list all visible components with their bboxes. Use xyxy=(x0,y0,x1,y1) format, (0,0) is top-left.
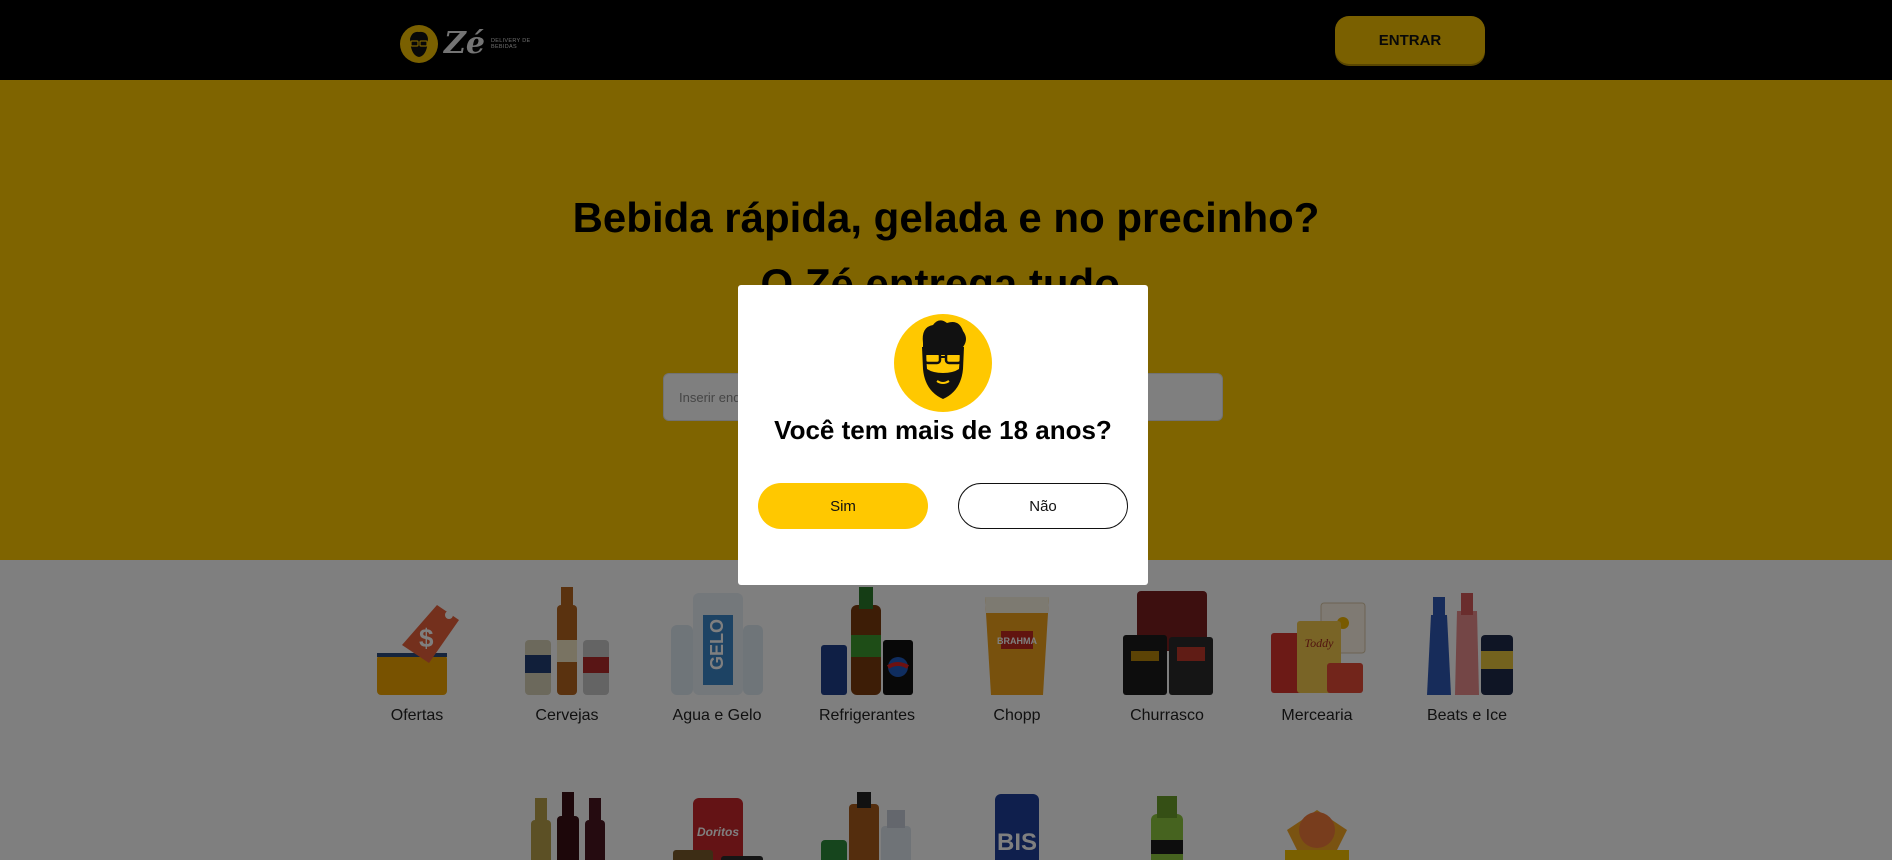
age-question: Você tem mais de 18 anos? xyxy=(774,415,1112,445)
age-verification-modal: Você tem mais de 18 anos? Sim Não xyxy=(738,285,1148,585)
no-button[interactable]: Não xyxy=(958,483,1128,529)
yes-button[interactable]: Sim xyxy=(758,483,928,529)
ze-mascot-icon xyxy=(893,313,993,413)
